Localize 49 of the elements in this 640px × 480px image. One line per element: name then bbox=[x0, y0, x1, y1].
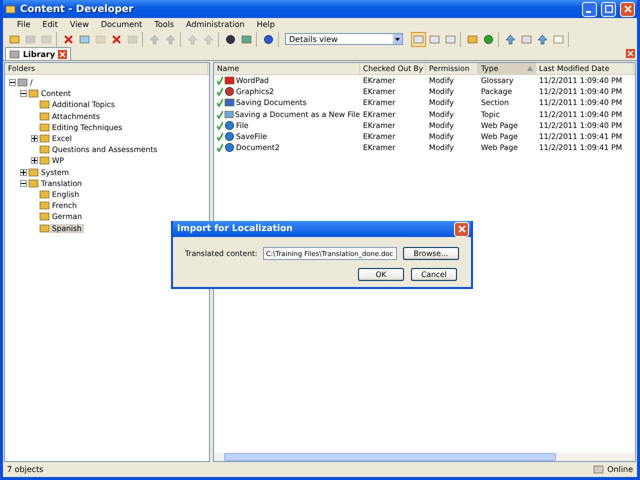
folder-icon bbox=[39, 211, 50, 222]
menu-item[interactable]: Edit bbox=[36, 20, 64, 29]
minimize-button[interactable] bbox=[582, 2, 597, 16]
folder-icon bbox=[39, 99, 50, 110]
folder-icon bbox=[28, 178, 39, 189]
close-icon[interactable] bbox=[626, 49, 635, 58]
close-icon[interactable] bbox=[58, 50, 68, 58]
collapse-toggle[interactable] bbox=[20, 180, 27, 187]
caret-icon bbox=[393, 34, 402, 44]
tab-label: Library bbox=[23, 50, 56, 58]
status-text: 7 objects bbox=[7, 465, 44, 474]
expand-toggle[interactable] bbox=[20, 168, 27, 176]
expand-toggle[interactable] bbox=[31, 135, 38, 142]
expand-toggle[interactable] bbox=[31, 157, 38, 164]
dialog-title: Import for Localization bbox=[177, 224, 293, 234]
folder-icon bbox=[39, 222, 50, 234]
close-icon bbox=[458, 225, 466, 233]
folder-icon bbox=[28, 88, 39, 100]
close-button[interactable] bbox=[620, 2, 635, 16]
collapse-toggle[interactable] bbox=[9, 79, 16, 86]
menu-item[interactable]: File bbox=[11, 20, 36, 29]
folder-icon bbox=[39, 144, 50, 156]
details-view-button[interactable] bbox=[411, 32, 426, 46]
delete-icon bbox=[111, 34, 122, 44]
app-icon bbox=[5, 4, 16, 14]
view-dropdown[interactable]: Details view bbox=[285, 33, 403, 45]
library-tab[interactable]: Library bbox=[5, 47, 72, 60]
window-title: Content - Developer bbox=[20, 4, 134, 14]
folder-icon bbox=[39, 122, 50, 133]
folder-icon bbox=[39, 155, 50, 166]
close-icon bbox=[624, 5, 632, 13]
menu-item[interactable]: Document bbox=[94, 20, 148, 29]
menu-item[interactable]: Help bbox=[250, 20, 281, 29]
menu-item[interactable]: Administration bbox=[180, 20, 251, 29]
maximize-button[interactable] bbox=[601, 2, 616, 16]
folder-icon bbox=[39, 110, 50, 122]
folder-icon bbox=[28, 166, 39, 178]
folder-icon bbox=[39, 133, 50, 144]
upload-icon bbox=[505, 34, 516, 44]
maximize-icon bbox=[604, 5, 612, 13]
horizontal-scrollbar[interactable] bbox=[214, 453, 635, 461]
close-button[interactable] bbox=[454, 222, 469, 236]
connection-status: Online bbox=[607, 465, 633, 474]
menu-item[interactable]: View bbox=[64, 20, 95, 29]
collapse-toggle[interactable] bbox=[20, 90, 27, 98]
sort-arrow-icon bbox=[527, 66, 533, 71]
folder-icon bbox=[39, 188, 50, 200]
menu-item[interactable]: Tools bbox=[148, 20, 180, 29]
folder-icon bbox=[39, 200, 50, 212]
